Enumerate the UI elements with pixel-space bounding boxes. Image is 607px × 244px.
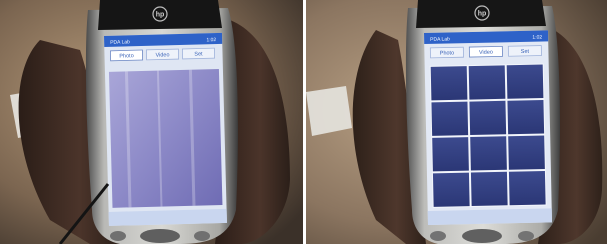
tab-video-label: Video: [155, 52, 169, 58]
app-title: PDA Lab: [430, 36, 450, 42]
app-button-right: [194, 231, 210, 241]
app-button-left: [430, 231, 446, 241]
grid-tile[interactable]: [430, 66, 468, 101]
photo-pair: hp PDA Lab 1:02 Photo Video Set hp PDA L…: [0, 0, 607, 244]
grid-tile[interactable]: [432, 137, 469, 172]
app-button-right: [518, 231, 534, 241]
app-title: PDA Lab: [110, 39, 130, 46]
paper-sheet: [306, 86, 352, 136]
grid-tile[interactable]: [470, 136, 507, 171]
clock-text: 1:02: [532, 35, 542, 41]
tab-photo-label: Photo: [119, 53, 134, 59]
grid-tile[interactable]: [469, 100, 507, 136]
tab-photo-label: Photo: [440, 50, 454, 56]
grid-tile[interactable]: [508, 135, 545, 170]
photo-left: hp PDA Lab 1:02 Photo Video Set: [0, 0, 303, 244]
photo-left-image: hp PDA Lab 1:02 Photo Video Set: [0, 0, 303, 244]
nav-button: [140, 229, 180, 243]
nav-button: [462, 229, 502, 243]
grid-tile[interactable]: [506, 64, 544, 99]
hp-logo-text: hp: [156, 12, 165, 19]
tab-set-label: Set: [194, 51, 203, 57]
photo-right: hp PDA Lab 1:02 Photo Video Set: [306, 0, 607, 244]
panel-divider: [303, 0, 306, 244]
photo-right-image: hp PDA Lab 1:02 Photo Video Set: [306, 0, 607, 244]
grid-tile[interactable]: [468, 65, 506, 100]
tile-grid: [429, 63, 547, 208]
clock-text: 1:02: [206, 37, 216, 43]
grid-tile[interactable]: [508, 170, 546, 206]
pda-bottom-bar: [427, 208, 552, 225]
tab-set-label: Set: [521, 49, 530, 55]
grid-tile[interactable]: [431, 101, 469, 136]
grid-tile[interactable]: [507, 100, 545, 135]
grid-tile[interactable]: [432, 172, 470, 207]
app-button-left: [110, 231, 126, 241]
hp-logo-text: hp: [478, 11, 487, 18]
tab-video-label: Video: [479, 50, 493, 56]
grid-tile[interactable]: [470, 171, 508, 207]
